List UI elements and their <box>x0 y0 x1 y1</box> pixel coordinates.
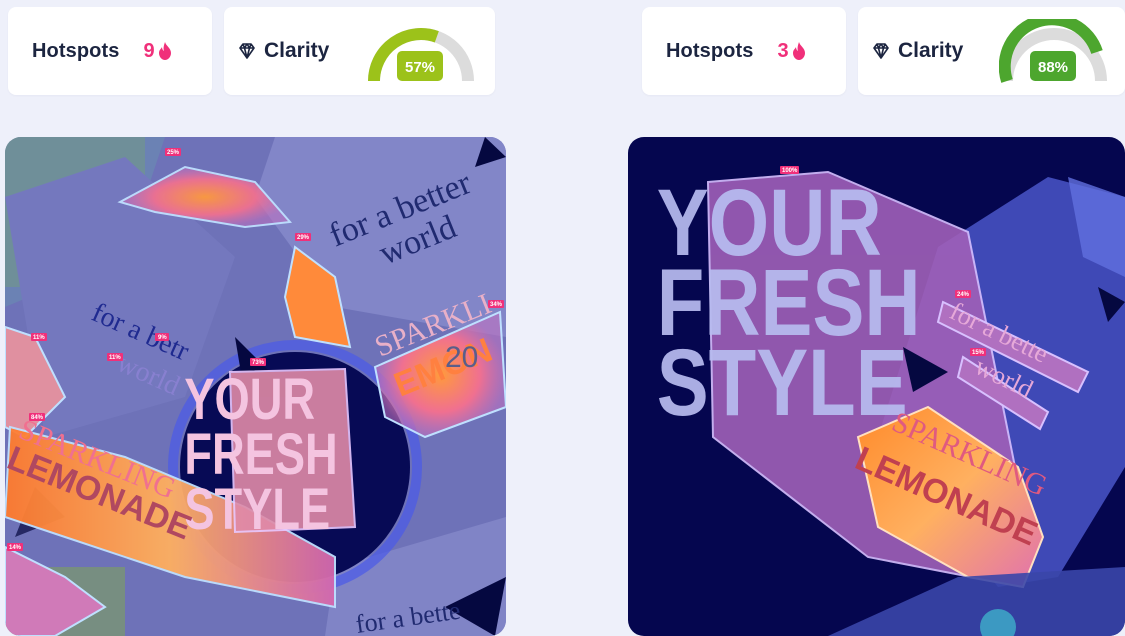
hotspots-count-value: 9 <box>143 39 155 62</box>
hotspots-card-left: Hotspots 9 <box>8 7 212 95</box>
clarity-label: Clarity <box>898 39 964 62</box>
heatmap-image-left[interactable]: for a better world for a betr world YOUR… <box>5 137 506 636</box>
overlay-number: 20 <box>445 341 478 374</box>
hotspot-tag: 29% <box>297 235 310 241</box>
hotspots-count: 9 <box>143 40 171 63</box>
hotspots-label: Hotspots <box>666 39 754 62</box>
hotspots-label: Hotspots <box>32 39 120 62</box>
diamond-icon <box>873 43 889 59</box>
clarity-value: 88% <box>1038 59 1068 76</box>
hotspot-tag: 34% <box>490 302 503 308</box>
clarity-gauge: 57% <box>368 28 474 82</box>
diamond-icon <box>239 43 255 59</box>
hotspot-tag: 11% <box>109 355 121 361</box>
hotspots-count: 3 <box>777 40 805 63</box>
heatmap-image-right[interactable]: YOUR FRESH STYLE for a bette world SPARK… <box>628 137 1125 636</box>
hotspot-tag: 15% <box>972 350 985 356</box>
hotspot-tag: 73% <box>252 360 265 366</box>
flame-icon <box>792 42 805 60</box>
clarity-value: 57% <box>405 59 435 76</box>
image-text: STYLE <box>184 478 330 543</box>
hotspots-card-right: Hotspots 3 <box>642 7 846 95</box>
flame-icon <box>158 42 171 60</box>
hotspot-tag: 25% <box>167 150 180 156</box>
hotspot-tag: 100% <box>782 168 798 174</box>
clarity-card-right: Clarity 88% <box>858 7 1125 95</box>
hotspots-count-value: 3 <box>777 39 789 62</box>
image-text: STYLE <box>657 330 908 436</box>
hotspot-tag: 84% <box>31 415 44 421</box>
clarity-card-left: Clarity 57% <box>224 7 495 95</box>
hotspot-tag: 9% <box>158 335 167 341</box>
hotspot-tag: 11% <box>33 335 45 341</box>
hotspot-tag: 24% <box>957 292 970 298</box>
clarity-label: Clarity <box>264 39 330 62</box>
clarity-gauge: 88% <box>999 19 1107 83</box>
hotspot-tag: 14% <box>9 545 22 551</box>
